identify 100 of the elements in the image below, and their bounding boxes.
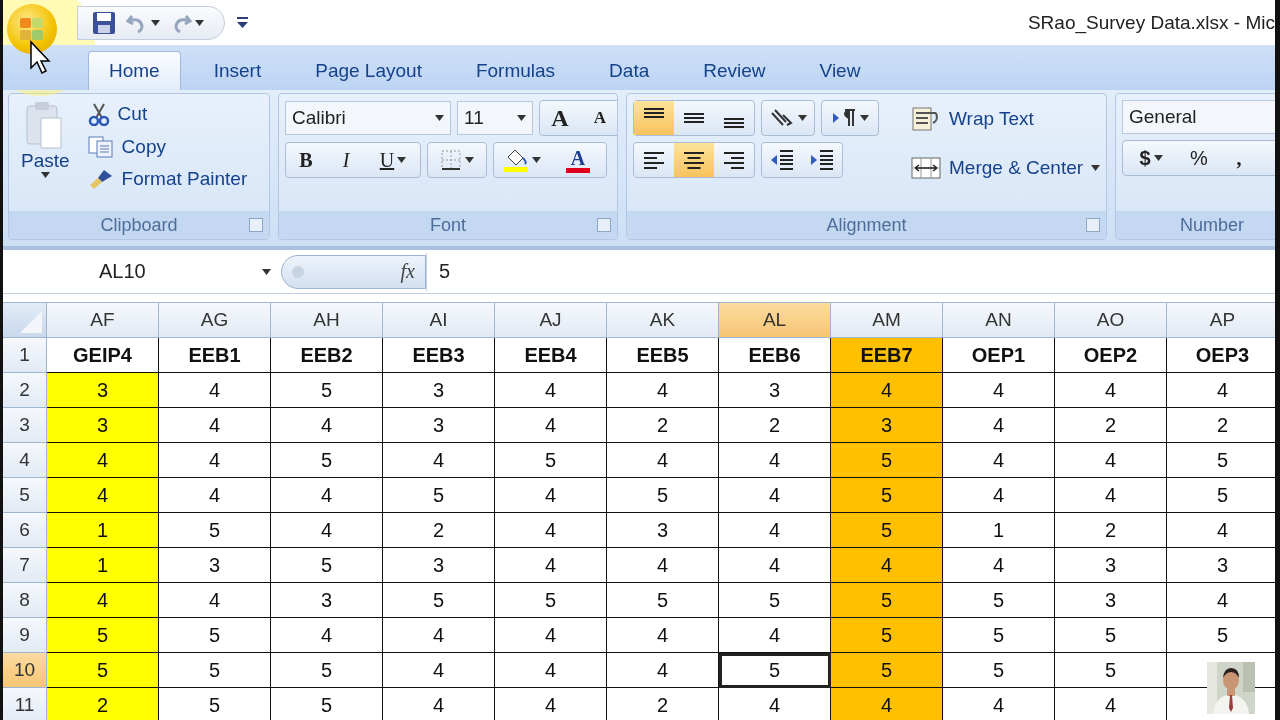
table-cell[interactable]: 4 xyxy=(831,373,943,408)
table-cell[interactable]: 5 xyxy=(719,583,831,618)
column-title-cell[interactable]: EEB1 xyxy=(159,338,271,373)
table-cell[interactable]: 4 xyxy=(271,513,383,548)
table-cell[interactable]: 3 xyxy=(159,548,271,583)
format-painter-button[interactable]: Format Painter xyxy=(83,166,252,192)
insert-function-button[interactable]: fx xyxy=(400,260,415,283)
paste-button[interactable]: Paste xyxy=(15,100,76,205)
ribbon-tab[interactable]: Insert xyxy=(192,51,283,90)
table-cell[interactable]: 5 xyxy=(831,653,943,688)
table-cell[interactable]: 5 xyxy=(383,583,495,618)
currency-button[interactable]: $ xyxy=(1123,141,1179,175)
table-cell[interactable]: 4 xyxy=(1055,373,1167,408)
customize-toolbar-button[interactable] xyxy=(237,16,248,29)
table-cell[interactable]: 3 xyxy=(383,408,495,443)
number-format-dropdown[interactable]: General xyxy=(1122,100,1275,134)
table-cell[interactable]: 4 xyxy=(383,653,495,688)
table-cell[interactable]: 4 xyxy=(159,373,271,408)
column-header[interactable]: AK xyxy=(607,303,719,338)
row-header[interactable]: 5 xyxy=(3,478,47,513)
table-cell[interactable]: 2 xyxy=(719,408,831,443)
ribbon-tab[interactable]: Home xyxy=(88,51,181,90)
italic-button[interactable]: I xyxy=(326,143,366,177)
merge-center-button[interactable]: Merge & Center xyxy=(907,154,1105,182)
shrink-font-button[interactable]: A xyxy=(580,101,617,135)
table-cell[interactable]: 4 xyxy=(831,548,943,583)
table-cell[interactable]: 5 xyxy=(159,653,271,688)
table-cell[interactable]: 4 xyxy=(719,618,831,653)
table-cell[interactable]: 4 xyxy=(271,408,383,443)
column-header[interactable]: AO xyxy=(1055,303,1167,338)
table-cell[interactable]: 4 xyxy=(495,653,607,688)
table-cell[interactable]: 4 xyxy=(607,443,719,478)
table-cell[interactable]: 4 xyxy=(159,583,271,618)
underline-button[interactable]: U xyxy=(366,143,420,177)
ribbon-tab[interactable]: Formulas xyxy=(454,51,577,90)
table-cell[interactable]: 4 xyxy=(47,478,159,513)
row-header[interactable]: 7 xyxy=(3,548,47,583)
column-header[interactable]: AN xyxy=(943,303,1055,338)
column-header[interactable]: AL xyxy=(719,303,831,338)
column-title-cell[interactable]: GEIP4 xyxy=(47,338,159,373)
column-title-cell[interactable]: EEB4 xyxy=(495,338,607,373)
copy-button[interactable]: Copy xyxy=(83,134,252,160)
save-button[interactable] xyxy=(92,10,116,35)
table-cell[interactable]: 3 xyxy=(271,583,383,618)
column-title-cell[interactable]: EEB2 xyxy=(271,338,383,373)
table-cell[interactable]: 5 xyxy=(831,513,943,548)
ribbon-tab[interactable]: Data xyxy=(588,51,671,90)
table-cell[interactable]: 5 xyxy=(47,618,159,653)
table-cell[interactable]: 3 xyxy=(47,373,159,408)
table-cell[interactable]: 2 xyxy=(1055,513,1167,548)
table-cell[interactable]: 4 xyxy=(607,653,719,688)
table-cell[interactable]: 5 xyxy=(943,653,1055,688)
table-cell[interactable]: 1 xyxy=(47,513,159,548)
column-title-cell[interactable]: EEB3 xyxy=(383,338,495,373)
table-cell[interactable]: 5 xyxy=(47,653,159,688)
row-header[interactable]: 10 xyxy=(3,653,47,688)
percent-button[interactable]: % xyxy=(1179,141,1219,175)
table-cell[interactable]: 5 xyxy=(159,618,271,653)
table-cell[interactable]: 4 xyxy=(495,618,607,653)
table-cell[interactable]: 5 xyxy=(719,653,831,688)
font-name-dropdown[interactable]: Calibri xyxy=(285,101,451,135)
table-cell[interactable]: 1 xyxy=(47,548,159,583)
table-cell[interactable]: 2 xyxy=(607,408,719,443)
table-cell[interactable]: 4 xyxy=(271,618,383,653)
table-cell[interactable]: 2 xyxy=(47,688,159,720)
table-cell[interactable]: 4 xyxy=(607,618,719,653)
table-cell[interactable]: 3 xyxy=(831,408,943,443)
column-title-cell[interactable]: OEP2 xyxy=(1055,338,1167,373)
table-cell[interactable]: 5 xyxy=(271,373,383,408)
column-title-cell[interactable]: EEB6 xyxy=(719,338,831,373)
row-header[interactable]: 4 xyxy=(3,443,47,478)
table-cell[interactable]: 5 xyxy=(495,443,607,478)
column-title-cell[interactable]: EEB7 xyxy=(831,338,943,373)
ribbon-tab[interactable]: View xyxy=(798,51,882,90)
table-cell[interactable]: 5 xyxy=(383,478,495,513)
font-size-dropdown[interactable]: 11 xyxy=(457,101,533,135)
column-header[interactable]: AG xyxy=(159,303,271,338)
table-cell[interactable]: 4 xyxy=(943,373,1055,408)
column-header[interactable]: AI xyxy=(383,303,495,338)
table-cell[interactable]: 3 xyxy=(719,373,831,408)
row-header[interactable]: 6 xyxy=(3,513,47,548)
table-cell[interactable]: 3 xyxy=(383,373,495,408)
table-cell[interactable]: 5 xyxy=(943,583,1055,618)
table-cell[interactable]: 4 xyxy=(495,408,607,443)
column-title-cell[interactable]: OEP1 xyxy=(943,338,1055,373)
table-cell[interactable]: 1 xyxy=(943,513,1055,548)
horizontal-align-button[interactable] xyxy=(674,143,714,177)
table-cell[interactable]: 4 xyxy=(719,443,831,478)
table-cell[interactable]: 4 xyxy=(719,548,831,583)
ribbon-tab[interactable]: Page Layout xyxy=(294,51,443,90)
ribbon-tab[interactable]: Review xyxy=(682,51,787,90)
table-cell[interactable]: 5 xyxy=(607,583,719,618)
row-header[interactable]: 8 xyxy=(3,583,47,618)
table-cell[interactable]: 4 xyxy=(383,618,495,653)
table-cell[interactable]: 4 xyxy=(47,583,159,618)
table-cell[interactable]: 4 xyxy=(383,443,495,478)
table-cell[interactable]: 3 xyxy=(383,548,495,583)
column-title-cell[interactable]: EEB5 xyxy=(607,338,719,373)
table-cell[interactable]: 5 xyxy=(831,618,943,653)
column-header[interactable]: AJ xyxy=(495,303,607,338)
